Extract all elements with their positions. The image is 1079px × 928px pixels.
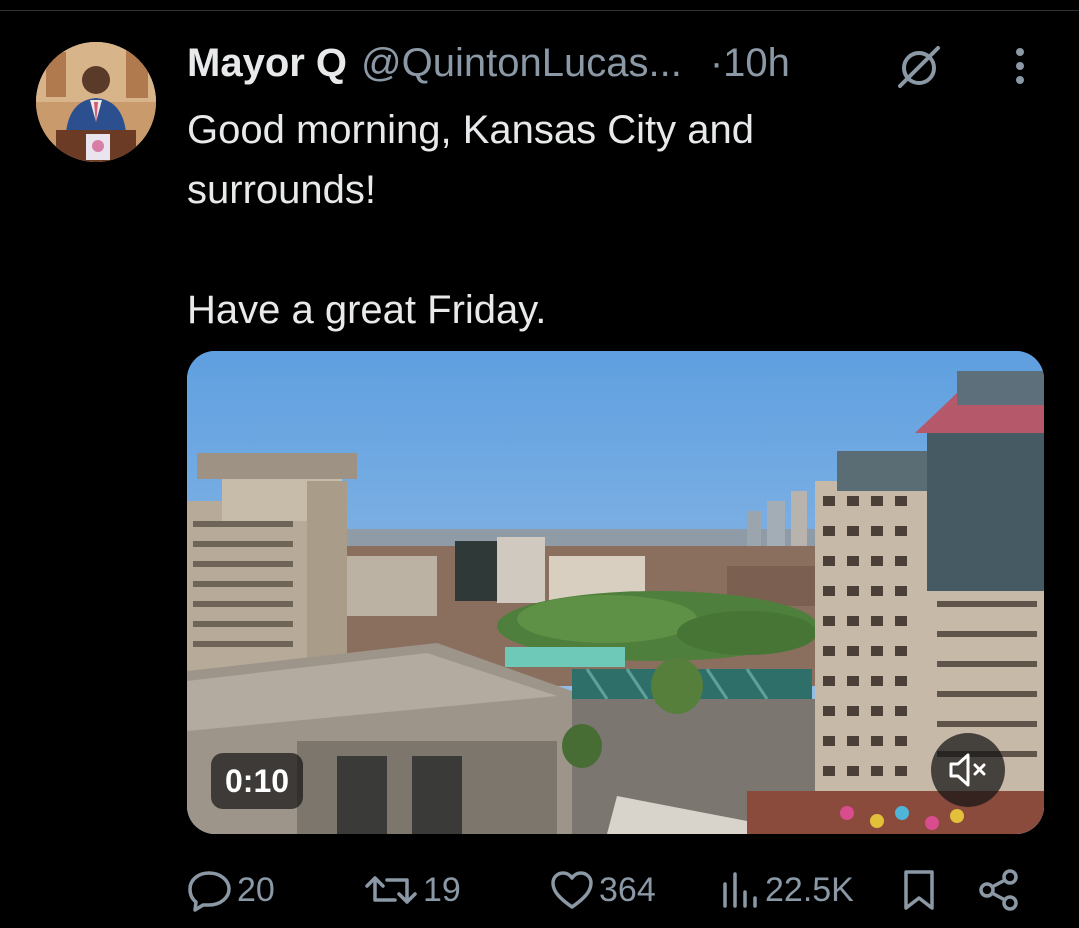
repost-button[interactable]: 19 [363, 862, 461, 918]
mute-toggle-button[interactable] [931, 733, 1005, 807]
display-name[interactable]: Mayor Q [187, 41, 347, 86]
like-button[interactable]: 364 [549, 862, 656, 918]
post-timestamp[interactable]: ·10h [710, 41, 790, 86]
like-count: 364 [599, 870, 656, 909]
hidden-post-icon[interactable] [894, 44, 944, 88]
more-options-icon[interactable] [1006, 44, 1034, 88]
top-divider [0, 10, 1079, 11]
reply-count: 20 [237, 870, 275, 909]
heart-icon [551, 871, 593, 909]
share-icon [979, 869, 1018, 911]
share-button[interactable] [977, 862, 1021, 918]
bookmark-button[interactable] [901, 862, 937, 918]
user-handle[interactable]: @QuintonLucas... [361, 41, 682, 86]
volume-muted-icon [949, 753, 986, 787]
action-bar: 20 19 364 22.5K [187, 862, 1047, 918]
video-duration: 0:10 [211, 753, 304, 809]
bookmark-icon [904, 870, 934, 910]
post-text: Good morning, Kansas City and surrounds!… [187, 108, 754, 332]
repost-count: 19 [423, 870, 461, 909]
reply-icon [188, 871, 231, 912]
video-player[interactable]: 0:10 [187, 351, 1044, 834]
views-button[interactable]: 22.5K [717, 862, 854, 918]
repost-icon [365, 876, 417, 904]
views-icon [723, 872, 757, 908]
avatar[interactable] [36, 42, 156, 162]
video-frame [187, 351, 1044, 834]
post-header: Mayor Q @QuintonLucas... ·10h [187, 38, 790, 88]
reply-button[interactable]: 20 [187, 862, 275, 918]
avatar-image [36, 42, 156, 162]
view-count: 22.5K [765, 870, 854, 909]
